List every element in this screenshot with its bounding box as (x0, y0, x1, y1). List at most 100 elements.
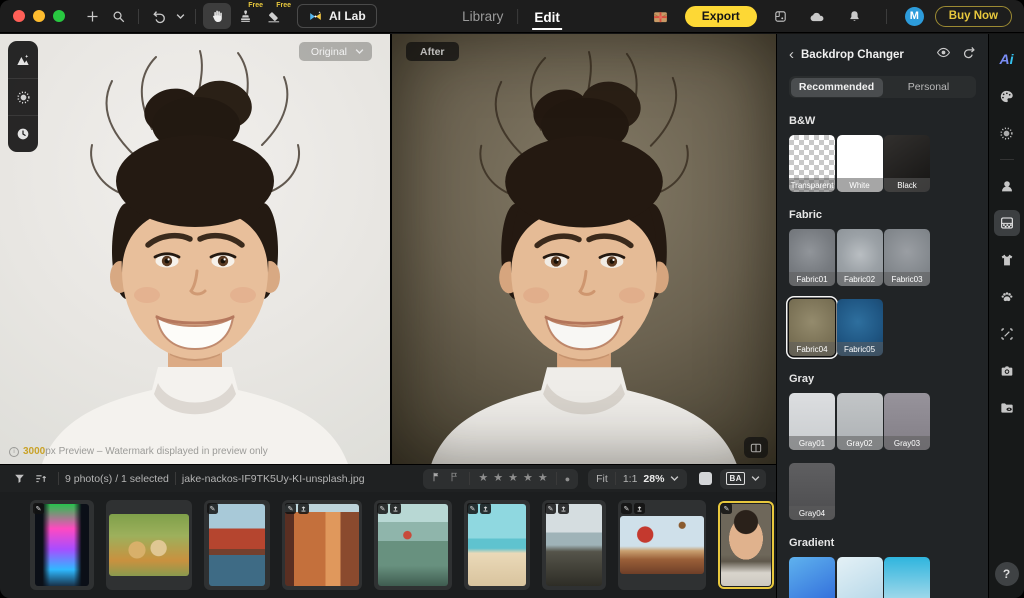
star-icon[interactable]: ★ (508, 473, 518, 484)
uploaded-badge (634, 503, 645, 514)
filmstrip-thumb-balloons[interactable]: ✎ (618, 500, 706, 590)
filmstrip-thumb-portrait[interactable]: ✎ (718, 500, 774, 590)
export-button[interactable]: Export (685, 6, 757, 27)
swatch-label: Fabric02 (837, 272, 883, 286)
uploaded-badge (298, 503, 309, 514)
backdrop-swatch-gray04[interactable]: Gray04 (789, 463, 835, 520)
enhance-icon[interactable] (8, 41, 38, 78)
filmstrip-thumb-puppies[interactable] (106, 500, 192, 590)
sort-icon[interactable] (30, 468, 52, 490)
filmstrip-thumb-neon-sign[interactable]: ✎ (30, 500, 94, 590)
add-photos-icon[interactable] (79, 4, 105, 28)
close-window-button[interactable] (13, 10, 25, 22)
rail-divider (1000, 159, 1014, 160)
backdrop-swatch-gradient03[interactable]: Gradient03 (884, 557, 930, 598)
backdrop-swatch-transparent[interactable]: Transparent (789, 135, 835, 192)
uploaded-badge (390, 503, 401, 514)
backdrop-swatch-fabric05[interactable]: Fabric05 (837, 299, 883, 356)
mask-icon[interactable] (8, 78, 38, 115)
section-title: Gradient (789, 537, 988, 549)
clothes-icon[interactable] (994, 247, 1020, 273)
backdrop-swatch-gradient01[interactable]: Gradient01 (789, 557, 835, 598)
hand-tool-button[interactable] (203, 3, 231, 29)
swatch-label: Gray02 (837, 436, 883, 450)
filmstrip-thumb-cliff[interactable]: ✎ (542, 500, 606, 590)
backdrop-icon[interactable] (994, 210, 1020, 236)
backdrop-swatch-fabric02[interactable]: Fabric02 (837, 229, 883, 286)
background-color-swatch[interactable] (699, 472, 712, 485)
cloud-sync-icon[interactable] (805, 4, 831, 28)
filmstrip-thumb-alley[interactable]: ✎ (282, 500, 362, 590)
original-label: Original (311, 46, 347, 58)
star-icon[interactable]: ★ (493, 473, 503, 484)
notifications-bell-icon[interactable] (842, 4, 868, 28)
ai-logo[interactable]: Ai (994, 46, 1020, 72)
backdrop-swatch-fabric04[interactable]: Fabric04 (789, 299, 835, 356)
split-view-toggle-button[interactable] (744, 437, 768, 458)
back-chevron-icon[interactable]: ‹ (789, 49, 794, 61)
backdrop-swatch-black[interactable]: Black (884, 135, 930, 192)
extensions-icon[interactable] (768, 4, 794, 28)
camera-icon[interactable] (994, 358, 1020, 384)
star-icon[interactable]: ★ (523, 473, 533, 484)
portrait-icon[interactable] (994, 173, 1020, 199)
gift-mail-icon[interactable] (648, 4, 674, 28)
zoom-window-button[interactable] (53, 10, 65, 22)
star-icon[interactable]: ★ (478, 473, 488, 484)
tab-library[interactable]: Library (462, 9, 503, 24)
palette-icon[interactable] (994, 83, 1020, 109)
buy-now-button[interactable]: Buy Now (935, 6, 1012, 27)
help-button[interactable]: ? (995, 562, 1019, 586)
backdrop-swatch-gradient02[interactable]: Gradient02 (837, 557, 883, 598)
one-to-one-button[interactable]: 1:1 (623, 473, 638, 485)
star-icon[interactable]: ★ (538, 473, 548, 484)
history-clock-icon[interactable] (8, 115, 38, 152)
color-label-icon[interactable]: ● (565, 474, 570, 484)
backdrop-swatch-gray02[interactable]: Gray02 (837, 393, 883, 450)
backdrop-swatch-gray01[interactable]: Gray01 (789, 393, 835, 450)
filmstrip-thumb-tokyo[interactable]: ✎ (374, 500, 452, 590)
photo-count-label: 9 photo(s) / 1 selected (65, 473, 169, 485)
halftone-icon[interactable] (994, 120, 1020, 146)
search-icon[interactable] (105, 4, 131, 28)
clone-stamp-tool-button[interactable]: Free (231, 3, 259, 29)
ai-lab-button[interactable]: AI Lab (297, 4, 377, 28)
original-version-dropdown[interactable]: Original (299, 42, 372, 61)
preview-eye-icon[interactable] (936, 45, 951, 65)
tokyo-thumbnail (378, 504, 448, 586)
filter-icon[interactable] (8, 468, 30, 490)
tab-edit[interactable]: Edit (532, 5, 562, 30)
window-controls (13, 10, 65, 22)
fit-button[interactable]: Fit (596, 473, 608, 485)
avatar[interactable]: M (905, 7, 924, 26)
info-icon: i (9, 447, 19, 457)
flag-reject-icon[interactable] (449, 471, 461, 486)
eraser-tool-button[interactable]: Free (259, 3, 287, 29)
after-portrait-photo (392, 34, 776, 464)
backdrop-swatch-white[interactable]: White (837, 135, 883, 192)
balloons-thumbnail (620, 516, 704, 574)
original-portrait-photo (0, 34, 390, 464)
section-title: Fabric (789, 209, 988, 221)
frame-icon[interactable] (994, 321, 1020, 347)
before-after-control[interactable]: BA (720, 469, 766, 489)
undo-icon[interactable] (146, 4, 172, 28)
backdrop-swatch-gray03[interactable]: Gray03 (884, 393, 930, 450)
undo-history-chevron-icon[interactable] (172, 4, 188, 28)
canal-houses-thumbnail (209, 504, 265, 586)
backdrop-swatch-fabric01[interactable]: Fabric01 (789, 229, 835, 286)
filmstrip-thumb-canal-houses[interactable]: ✎ (204, 500, 270, 590)
filmstrip-thumb-beach[interactable]: ✎ (464, 500, 530, 590)
flag-pick-icon[interactable] (431, 471, 443, 486)
tab-personal[interactable]: Personal (883, 78, 975, 97)
paw-icon[interactable] (994, 284, 1020, 310)
reset-icon[interactable] (962, 45, 976, 65)
original-image-pane[interactable]: Original i 3000px Preview – Watermark di… (0, 34, 390, 464)
after-image-pane[interactable]: After (392, 34, 776, 464)
minimize-window-button[interactable] (33, 10, 45, 22)
compare-canvas: Original i 3000px Preview – Watermark di… (0, 34, 776, 464)
zoom-level-dropdown[interactable]: 28% (643, 473, 664, 485)
folder-icon[interactable] (994, 395, 1020, 421)
backdrop-swatch-fabric03[interactable]: Fabric03 (884, 229, 930, 286)
tab-recommended[interactable]: Recommended (791, 78, 883, 97)
